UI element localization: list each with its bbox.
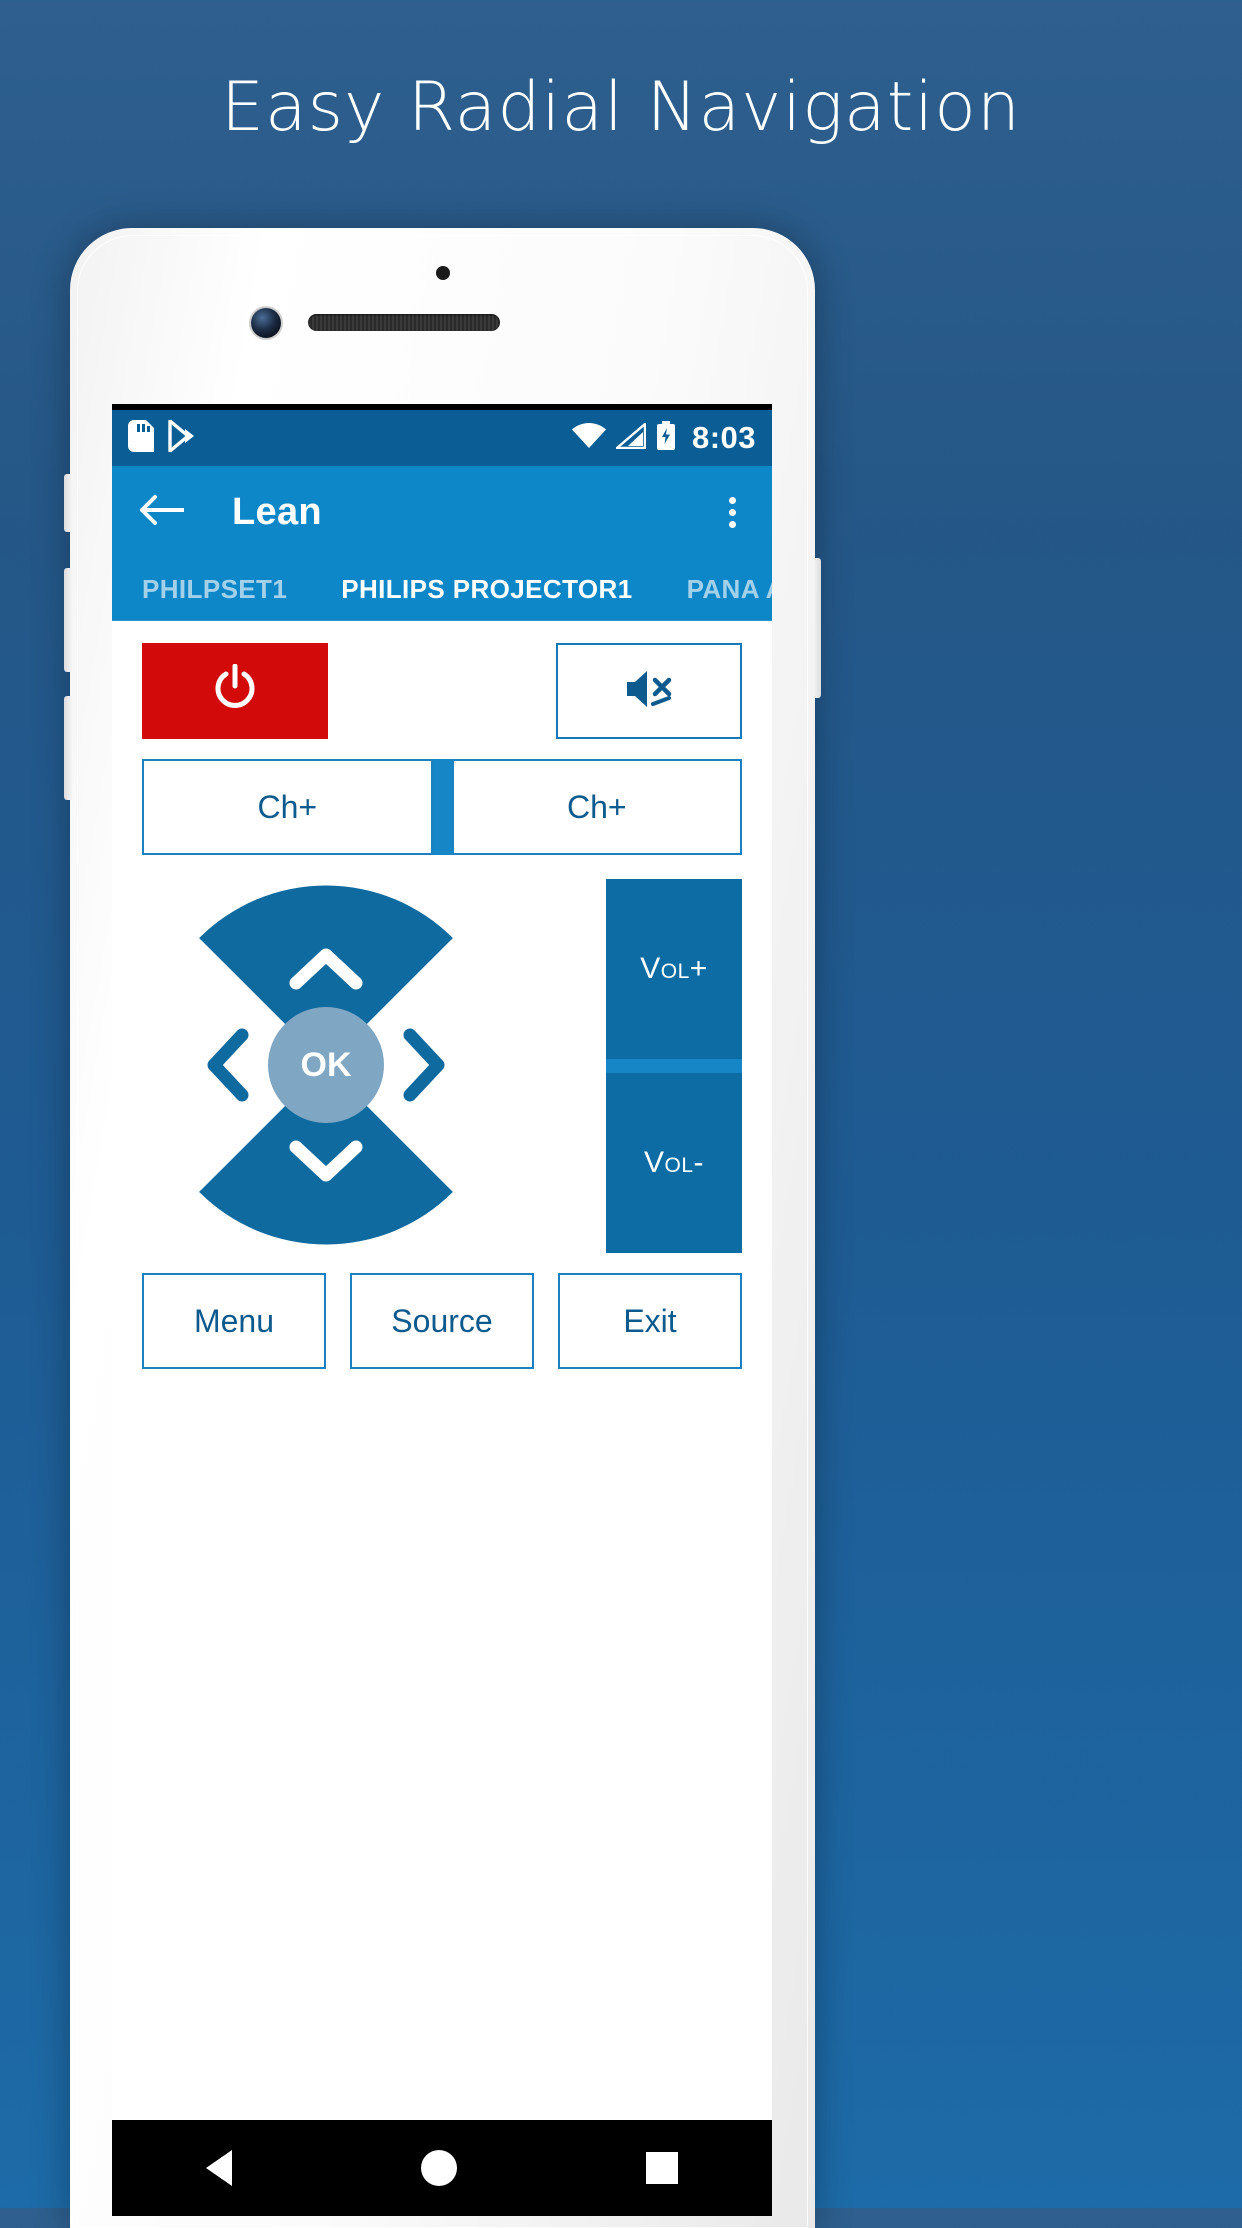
remote-control-panel: Ch+ Ch+ OK Vol+ Vol- Menu Source Exit — [112, 621, 772, 1987]
back-arrow-icon[interactable] — [138, 493, 185, 532]
more-options-icon[interactable] — [719, 489, 746, 536]
sd-card-icon — [128, 419, 154, 457]
battery-icon — [656, 420, 676, 456]
nav-home-icon[interactable] — [420, 2150, 457, 2186]
signal-icon — [613, 420, 647, 454]
mute-button[interactable] — [556, 643, 742, 739]
channel-row: Ch+ Ch+ — [142, 759, 742, 855]
status-bar-clock: 8:03 — [691, 420, 756, 455]
status-bar-right-icons: 8:03 — [571, 420, 756, 456]
front-camera-icon — [251, 308, 281, 338]
channel-divider — [432, 759, 452, 855]
action-button-row: Menu Source Exit — [142, 1273, 742, 1369]
ok-button[interactable]: OK — [268, 1007, 384, 1123]
device-tabbar[interactable]: PHILPSET1 PHILIPS PROJECTOR1 PANA AC1 — [112, 559, 772, 621]
mute-icon — [623, 666, 675, 717]
exit-button[interactable]: Exit — [558, 1273, 742, 1369]
menu-button[interactable]: Menu — [142, 1273, 326, 1369]
nav-back-icon[interactable] — [206, 2150, 233, 2186]
status-bar-left-icons — [128, 418, 196, 457]
power-button[interactable] — [142, 643, 328, 739]
device-side-button-volume-up — [64, 568, 72, 672]
radial-dpad[interactable]: OK — [136, 875, 516, 1255]
channel-up-button-right[interactable]: Ch+ — [451, 759, 742, 855]
device-side-button-mute — [64, 474, 72, 532]
app-toolbar: Lean — [112, 466, 772, 559]
nav-recents-icon[interactable] — [645, 2152, 678, 2184]
volume-divider — [606, 1059, 742, 1073]
android-navigation-bar — [112, 2120, 772, 2216]
promo-headline: Easy Radial Navigation — [221, 68, 1021, 147]
volume-column: Vol+ Vol- — [606, 875, 742, 1255]
phone-screen: 8:03 Lean PHILPSET1 PHILIPS PROJECTOR1 P… — [112, 404, 772, 2216]
channel-up-button-left[interactable]: Ch+ — [142, 759, 433, 855]
page-title: Lean — [232, 491, 322, 533]
device-side-button-power — [813, 558, 821, 698]
device-side-button-volume-down — [64, 696, 72, 800]
tab-philpset1[interactable]: PHILPSET1 — [136, 574, 293, 605]
play-store-icon — [168, 418, 196, 457]
dpad-volume-row: OK Vol+ Vol- — [142, 875, 742, 1255]
phone-device: 8:03 Lean PHILPSET1 PHILIPS PROJECTOR1 P… — [64, 228, 821, 2228]
source-button[interactable]: Source — [350, 1273, 534, 1369]
power-mute-row — [142, 643, 742, 739]
status-bar: 8:03 — [112, 410, 772, 466]
tab-pana-ac1[interactable]: PANA AC1 — [681, 574, 772, 605]
volume-up-button[interactable]: Vol+ — [606, 879, 742, 1059]
wifi-icon — [571, 422, 606, 454]
proximity-sensor-icon — [435, 266, 450, 280]
power-icon — [212, 663, 258, 719]
earpiece-speaker-icon — [308, 314, 500, 331]
volume-down-button[interactable]: Vol- — [606, 1073, 742, 1253]
tab-philips-projector1[interactable]: PHILIPS PROJECTOR1 — [335, 574, 638, 605]
